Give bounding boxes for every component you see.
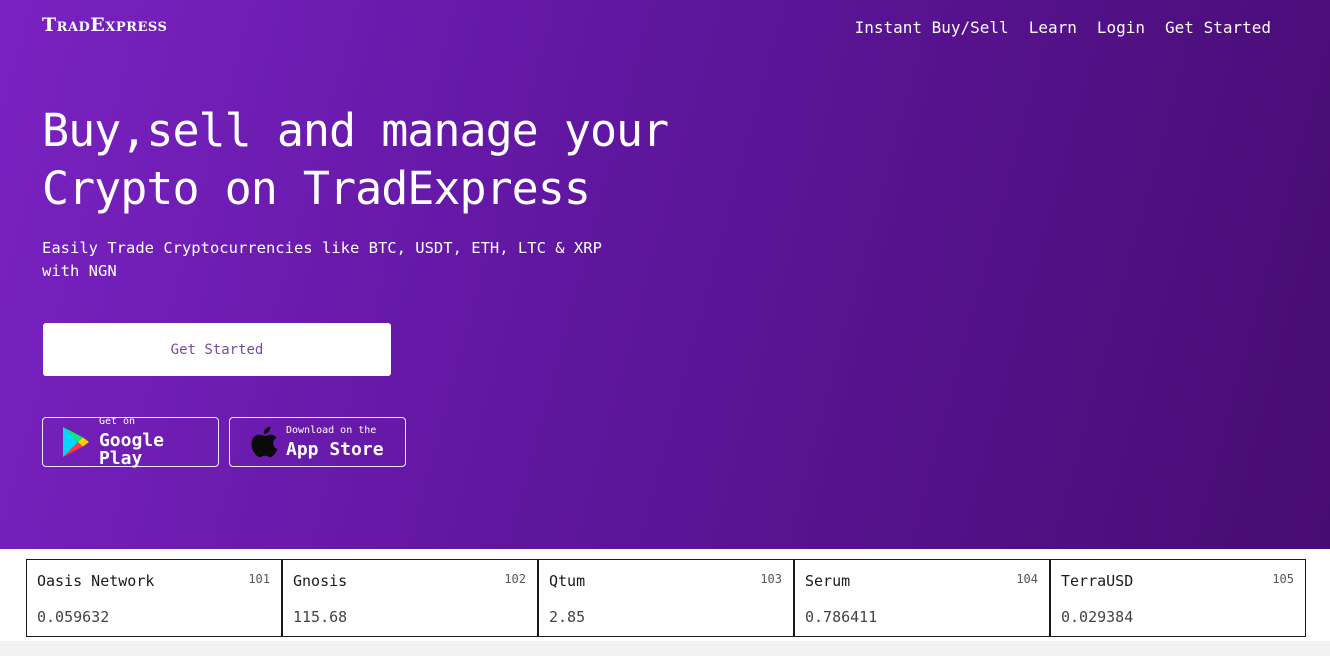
google-play-badge[interactable]: Get on Google Play xyxy=(42,415,219,469)
app-store-badge[interactable]: Download on the App Store xyxy=(229,417,406,467)
coin-rank: 102 xyxy=(504,572,526,586)
coin-price: 2.85 xyxy=(549,608,586,626)
ticker-card[interactable]: Gnosis 102 115.68 xyxy=(282,559,538,637)
coin-rank: 101 xyxy=(248,572,270,586)
ticker-cards: Oasis Network 101 0.059632 Gnosis 102 11… xyxy=(26,559,1306,637)
hero-headline: Buy,sell and manage your Crypto on TradE… xyxy=(42,104,669,215)
google-play-small-label: Get on xyxy=(98,415,136,427)
coin-name: Oasis Network xyxy=(37,572,155,590)
ticker-card[interactable]: TerraUSD 105 0.029384 xyxy=(1050,559,1306,637)
app-store-text: Download on the App Store xyxy=(286,424,384,460)
google-play-label: Google Play xyxy=(98,429,164,469)
coin-name: Gnosis xyxy=(293,572,348,590)
coin-rank: 103 xyxy=(760,572,782,586)
hero-subheadline: Easily Trade Cryptocurrencies like BTC, … xyxy=(42,239,602,280)
app-store-small-label: Download on the xyxy=(286,424,377,436)
coin-rank: 105 xyxy=(1272,572,1294,586)
ticker-card[interactable]: Oasis Network 101 0.059632 xyxy=(26,559,282,637)
nav-instant-buy-sell[interactable]: Instant Buy/Sell xyxy=(855,18,1009,37)
price-ticker: Oasis Network 101 0.059632 Gnosis 102 11… xyxy=(0,549,1330,641)
get-started-button[interactable]: Get Started xyxy=(43,323,391,376)
coin-price: 115.68 xyxy=(293,608,348,626)
ticker-card[interactable]: Qtum 103 2.85 xyxy=(538,559,794,637)
nav-login[interactable]: Login xyxy=(1097,18,1145,37)
brand-logo[interactable]: TradExpress xyxy=(42,14,167,36)
top-nav: Instant Buy/Sell Learn Login Get Started xyxy=(855,18,1271,37)
coin-name: Serum xyxy=(805,572,851,590)
coin-name: TerraUSD xyxy=(1061,572,1134,590)
coin-name: Qtum xyxy=(549,572,586,590)
nav-learn[interactable]: Learn xyxy=(1029,18,1077,37)
ticker-card[interactable]: Serum 104 0.786411 xyxy=(794,559,1050,637)
coin-price: 0.029384 xyxy=(1061,608,1134,626)
apple-icon xyxy=(248,425,282,459)
google-play-text: Get on Google Play xyxy=(98,415,218,469)
app-store-label: App Store xyxy=(286,438,384,460)
coin-price: 0.786411 xyxy=(805,608,878,626)
google-play-icon xyxy=(59,425,93,459)
coin-rank: 104 xyxy=(1016,572,1038,586)
coin-price: 0.059632 xyxy=(37,608,110,626)
hero-section: TradExpress Instant Buy/Sell Learn Login… xyxy=(0,0,1330,549)
nav-get-started[interactable]: Get Started xyxy=(1165,18,1271,37)
